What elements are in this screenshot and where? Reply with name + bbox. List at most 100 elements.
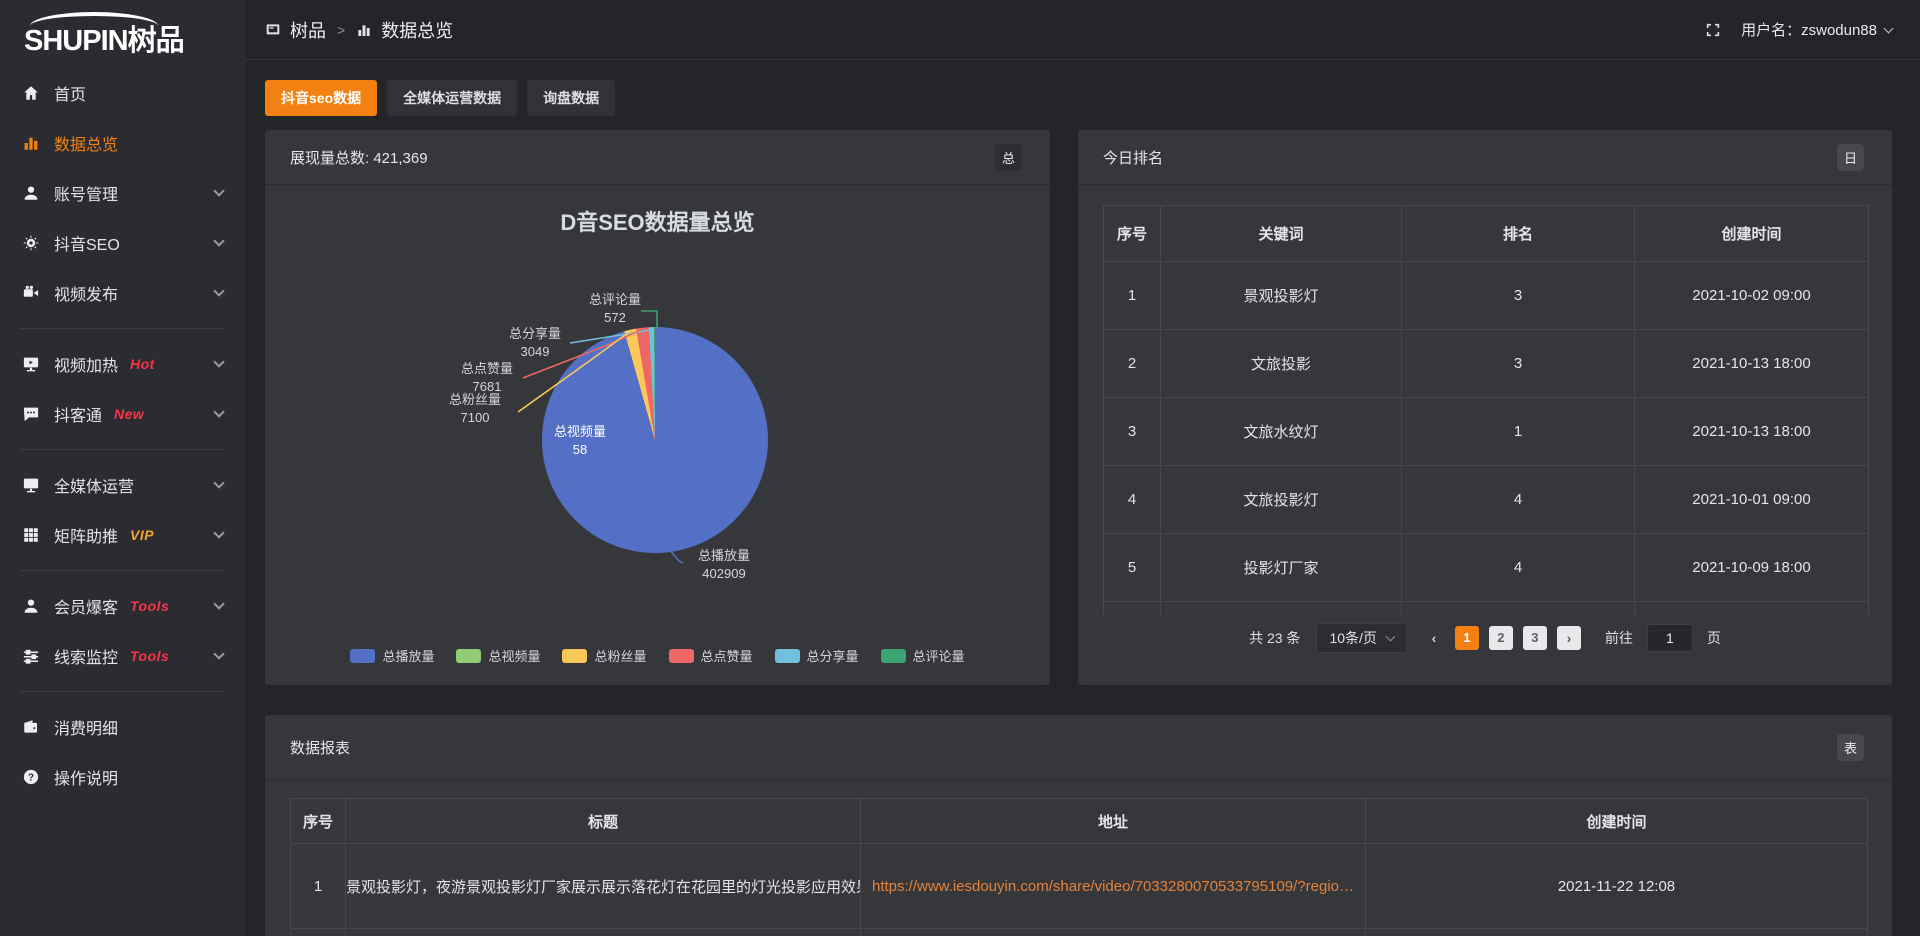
svg-text:?: ? — [28, 772, 34, 783]
sidebar-item-instructions[interactable]: ? 操作说明 — [0, 752, 245, 802]
legend-swatch — [775, 649, 800, 663]
topbar-right: 用户名：zswodun88 — [1705, 19, 1892, 40]
new-badge: New — [114, 406, 144, 422]
sidebar-item-video-heat[interactable]: 视频加热 Hot — [0, 339, 245, 389]
table-row-partial — [291, 929, 1868, 936]
table-header-row: 序号 标题 地址 创建时间 — [291, 799, 1868, 844]
tab-douyin-seo[interactable]: 抖音seo数据 — [265, 80, 377, 116]
sidebar-item-label: 会员爆客 — [54, 594, 118, 618]
fullscreen-icon[interactable] — [1705, 22, 1721, 38]
video-link[interactable]: https://www.iesdouyin.com/share/video/70… — [872, 878, 1354, 895]
report-panel-header: 数据报表 表 — [265, 715, 1892, 780]
logo-text: SHUPIN树品 — [24, 26, 245, 58]
sidebar-item-label: 操作说明 — [54, 765, 118, 789]
table-row[interactable]: 4文旅投影灯42021-10-01 09:00 — [1104, 466, 1869, 534]
pie-label-shares: 总分享量3049 — [490, 325, 580, 361]
dashboard-root: SHUPIN树品 首页 数据总览 账号管理 抖音SEO — [0, 0, 1920, 936]
legend-item[interactable]: 总视频量 — [456, 646, 540, 665]
sidebar-item-media-operation[interactable]: 全媒体运营 — [0, 460, 245, 510]
prev-page-button[interactable]: ‹ — [1423, 626, 1445, 650]
chevron-down-icon — [213, 598, 224, 609]
page-button-1[interactable]: 1 — [1455, 626, 1479, 650]
table-row[interactable]: 5投影灯厂家42021-10-09 18:00 — [1104, 534, 1869, 602]
sidebar-item-account[interactable]: 账号管理 — [0, 168, 245, 218]
chevron-down-icon — [1385, 631, 1395, 641]
sidebar-item-label: 视频发布 — [54, 281, 118, 305]
member-icon — [22, 597, 40, 615]
user-label: 用户名：zswodun88 — [1741, 19, 1877, 40]
pagination-total: 共 23 条 — [1249, 628, 1300, 648]
vip-badge: VIP — [130, 527, 154, 543]
monitor-icon — [22, 476, 40, 494]
sidebar-divider — [20, 449, 225, 450]
legend-item[interactable]: 总播放量 — [350, 646, 434, 665]
table-view-badge[interactable]: 表 — [1837, 734, 1864, 761]
tools-badge: Tools — [130, 598, 169, 614]
table-row[interactable]: 1 景观投影灯，夜游景观投影灯厂家展示展示落花灯在花园里的灯光投影应用效果 # … — [291, 844, 1868, 929]
chevron-down-icon — [213, 406, 224, 417]
table-row[interactable]: 1景观投影灯32021-10-02 09:00 — [1104, 262, 1869, 330]
hot-badge: Hot — [130, 356, 155, 372]
legend-item[interactable]: 总粉丝量 — [562, 646, 646, 665]
sidebar-item-label: 消费明细 — [54, 715, 118, 739]
content-area: 抖音seo数据 全媒体运营数据 询盘数据 展现量总数: 421,369 总 D音… — [245, 60, 1920, 936]
table-row[interactable]: 3文旅水纹灯12021-10-13 18:00 — [1104, 398, 1869, 466]
sidebar-item-label: 抖音SEO — [54, 231, 120, 255]
goto-label: 前往 — [1605, 628, 1633, 648]
next-page-button[interactable]: › — [1557, 626, 1581, 650]
user-menu[interactable]: 用户名：zswodun88 — [1741, 19, 1892, 40]
chevron-down-icon — [213, 185, 224, 196]
sidebar-item-label: 视频加热 — [54, 352, 118, 376]
sidebar-item-douyin-seo[interactable]: 抖音SEO — [0, 218, 245, 268]
report-title-cell: 景观投影灯，夜游景观投影灯厂家展示展示落花灯在花园里的灯光投影应用效果 # — [346, 844, 861, 929]
bar-chart-icon — [356, 22, 372, 38]
sliders-icon — [22, 647, 40, 665]
impressions-total-value: 421,369 — [373, 150, 427, 167]
sidebar-item-clue-monitor[interactable]: 线索监控 Tools — [0, 631, 245, 681]
pie-label-fans: 总粉丝量7100 — [430, 391, 520, 427]
sidebar-item-data-overview[interactable]: 数据总览 — [0, 118, 245, 168]
legend-swatch — [881, 649, 906, 663]
sidebar-item-label: 数据总览 — [54, 131, 118, 155]
question-icon: ? — [22, 768, 40, 786]
user-icon — [22, 184, 40, 202]
data-tabs: 抖音seo数据 全媒体运营数据 询盘数据 — [265, 80, 1892, 116]
sidebar-item-video-publish[interactable]: 视频发布 — [0, 268, 245, 318]
sidebar-item-label: 首页 — [54, 81, 86, 105]
legend-item[interactable]: 总分享量 — [775, 646, 859, 665]
total-view-badge[interactable]: 总 — [995, 144, 1022, 171]
app-logo[interactable]: SHUPIN树品 — [0, 0, 245, 58]
chevron-down-icon — [213, 285, 224, 296]
sidebar-item-label: 全媒体运营 — [54, 473, 134, 497]
video-camera-icon — [22, 284, 40, 302]
legend-swatch — [456, 649, 481, 663]
sidebar-divider — [20, 691, 225, 692]
sidebar-item-doketong[interactable]: 抖客通 New — [0, 389, 245, 439]
panels-row: 展现量总数: 421,369 总 D音SEO数据量总览 — [265, 130, 1892, 685]
page-button-3[interactable]: 3 — [1523, 626, 1547, 650]
table-row[interactable]: 2文旅投影32021-10-13 18:00 — [1104, 330, 1869, 398]
impressions-total-label: 展现量总数: 421,369 — [290, 147, 428, 168]
legend-item[interactable]: 总评论量 — [881, 646, 965, 665]
legend-item[interactable]: 总点赞量 — [669, 646, 753, 665]
breadcrumb-separator: > — [337, 22, 345, 38]
sidebar-item-consumption[interactable]: 消费明细 — [0, 702, 245, 752]
sidebar-item-matrix-boost[interactable]: 矩阵助推 VIP — [0, 510, 245, 560]
data-report-panel: 数据报表 表 序号 标题 地址 创建时间 1 景观投影灯，夜游景观投影灯厂家展示… — [265, 715, 1892, 936]
daily-view-badge[interactable]: 日 — [1837, 144, 1864, 171]
page-size-select[interactable]: 10条/页 — [1316, 623, 1406, 653]
tab-media-operation[interactable]: 全媒体运营数据 — [387, 80, 517, 116]
legend-swatch — [669, 649, 694, 663]
sidebar-divider — [20, 570, 225, 571]
top-bar: 树品 > 数据总览 用户名：zswodun88 — [245, 0, 1920, 60]
sidebar-item-home[interactable]: 首页 — [0, 68, 245, 118]
sidebar-divider — [20, 328, 225, 329]
chevron-down-icon — [213, 648, 224, 659]
sidebar-item-member-baoke[interactable]: 会员爆客 Tools — [0, 581, 245, 631]
tab-inquiry[interactable]: 询盘数据 — [527, 80, 615, 116]
sidebar-item-label: 账号管理 — [54, 181, 118, 205]
legend-swatch — [350, 649, 375, 663]
breadcrumb-root[interactable]: 树品 — [290, 17, 326, 43]
page-button-2[interactable]: 2 — [1489, 626, 1513, 650]
goto-page-input[interactable] — [1647, 624, 1693, 652]
